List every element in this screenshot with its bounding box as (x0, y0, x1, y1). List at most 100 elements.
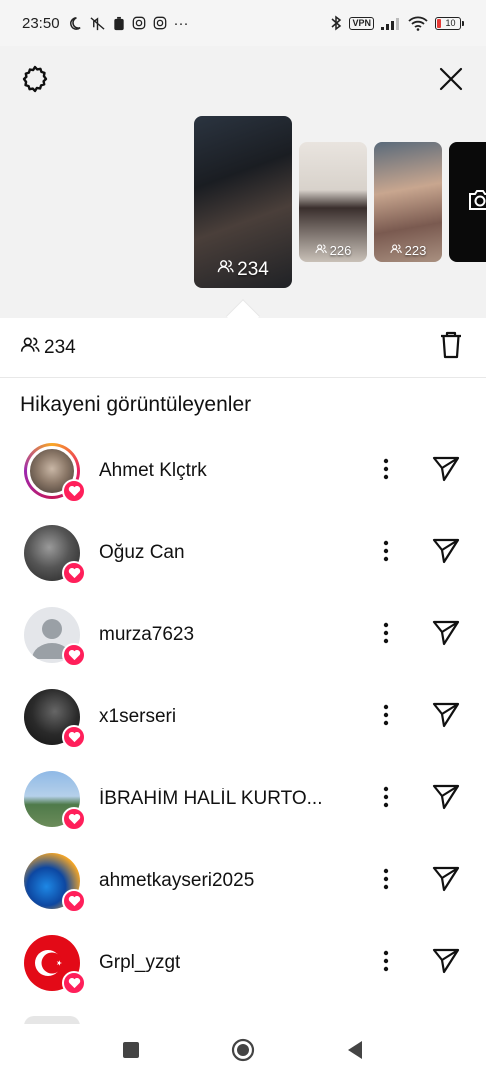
recents-button[interactable] (118, 1039, 144, 1065)
viewers-icon (20, 335, 40, 360)
more-options-button[interactable] (374, 620, 398, 650)
heart-icon (62, 807, 86, 831)
battery-body: 10 (435, 16, 461, 30)
more-options-button[interactable] (374, 784, 398, 814)
heart-icon (62, 643, 86, 667)
viewer-name[interactable]: murza7623 (99, 624, 194, 646)
avatar[interactable] (24, 443, 86, 503)
more-options-icon (383, 458, 389, 485)
settings-icon (20, 64, 50, 99)
section-title: Hikayeni görüntüleyenler (20, 393, 252, 416)
avatar[interactable] (24, 689, 86, 749)
viewer-row[interactable]: murza7623 (0, 594, 486, 676)
viewers-count-row: 234 (0, 318, 486, 378)
viewer-name[interactable]: Ahmet Klçtrk (99, 460, 207, 482)
home-button[interactable] (230, 1038, 256, 1067)
heart-icon (62, 725, 86, 749)
more-options-button[interactable] (374, 948, 398, 978)
viewer-row[interactable]: Grpl_yzgt (0, 922, 486, 1004)
battery-level: 10 (445, 17, 456, 28)
mute-icon (89, 16, 106, 31)
signal-icon (381, 17, 401, 30)
story-thumbnail[interactable]: 226 (299, 142, 367, 262)
avatar[interactable] (24, 935, 86, 995)
delete-story-button[interactable] (436, 331, 466, 364)
more-options-icon (383, 868, 389, 895)
thumbnail-count-text: 223 (404, 243, 427, 258)
wifi-icon (408, 16, 428, 31)
system-nav-bar (0, 1024, 486, 1080)
more-options-icon (383, 704, 389, 731)
story-thumbnail-selected[interactable]: 234 (194, 116, 292, 288)
more-options-button[interactable] (374, 866, 398, 896)
send-message-button[interactable] (430, 783, 462, 815)
send-icon (432, 538, 460, 569)
heart-icon (62, 561, 86, 585)
thumbnail-count-text: 234 (237, 258, 269, 280)
viewers-icon (390, 243, 402, 258)
viewer-row[interactable]: ahmetkayseri2025 (0, 840, 486, 922)
viewers-icon (315, 243, 327, 258)
viewer-name[interactable]: ahmetkayseri2025 (99, 870, 254, 892)
more-options-button[interactable] (374, 456, 398, 486)
close-button[interactable] (436, 66, 466, 96)
heart-icon (62, 971, 86, 995)
viewer-name[interactable]: Oğuz Can (99, 542, 185, 564)
square-icon (122, 1041, 140, 1064)
send-icon (432, 948, 460, 979)
status-time: 23:50 (22, 14, 60, 32)
viewer-row[interactable]: Ahmet Klçtrk (0, 430, 486, 512)
bluetooth-icon (331, 15, 342, 31)
back-button[interactable] (342, 1039, 368, 1065)
send-message-button[interactable] (430, 619, 462, 651)
thumbnail-view-count: 226 (299, 243, 367, 258)
thumbnail-count-text: 226 (329, 243, 352, 258)
heart-icon (62, 479, 86, 503)
battery-icon: 10 (435, 16, 464, 30)
send-message-button[interactable] (430, 537, 462, 569)
more-options-button[interactable] (374, 538, 398, 568)
instagram-icon (153, 16, 167, 30)
viewer-name[interactable]: x1serseri (99, 706, 176, 728)
back-triangle-icon (346, 1040, 364, 1065)
more-options-button[interactable] (374, 702, 398, 732)
send-icon (432, 702, 460, 733)
moon-icon (67, 16, 82, 31)
send-icon (432, 866, 460, 897)
send-icon (432, 784, 460, 815)
settings-button[interactable] (18, 64, 52, 98)
more-options-icon (383, 786, 389, 813)
story-thumbnail[interactable]: 223 (374, 142, 442, 262)
viewer-row[interactable]: x1serseri (0, 676, 486, 758)
viewer-list: Ahmet Klçtrk Oğuz Can murza7623 x1serser… (0, 430, 486, 1004)
close-icon (439, 67, 463, 96)
thumbnail-view-count: 234 (194, 258, 292, 281)
viewer-name[interactable]: Grpl_yzgt (99, 952, 180, 974)
send-message-button[interactable] (430, 947, 462, 979)
viewer-name[interactable]: İBRAHİM HALİL KURTO... (99, 788, 322, 810)
send-message-button[interactable] (430, 865, 462, 897)
viewer-row[interactable]: İBRAHİM HALİL KURTO... (0, 758, 486, 840)
home-circle-icon (231, 1038, 255, 1067)
send-message-button[interactable] (430, 455, 462, 487)
more-notifications-icon: ··· (173, 14, 189, 32)
thumbnail-view-count: 223 (374, 243, 442, 258)
status-right: VPN 10 (331, 15, 464, 31)
vpn-icon: VPN (349, 16, 374, 30)
send-icon (432, 456, 460, 487)
send-icon (432, 620, 460, 651)
more-options-icon (383, 950, 389, 977)
avatar[interactable] (24, 771, 86, 831)
viewer-row[interactable]: Oğuz Can (0, 512, 486, 594)
viewers-icon (217, 258, 234, 281)
battery-saver-icon (113, 16, 125, 31)
camera-icon (467, 189, 486, 216)
story-panel: 234 226 223 (0, 46, 486, 333)
avatar[interactable] (24, 525, 86, 585)
trash-icon (439, 331, 463, 364)
viewers-count: 234 (44, 336, 76, 358)
send-message-button[interactable] (430, 701, 462, 733)
avatar[interactable] (24, 853, 86, 913)
avatar[interactable] (24, 607, 86, 667)
add-story-thumbnail[interactable] (449, 142, 486, 262)
